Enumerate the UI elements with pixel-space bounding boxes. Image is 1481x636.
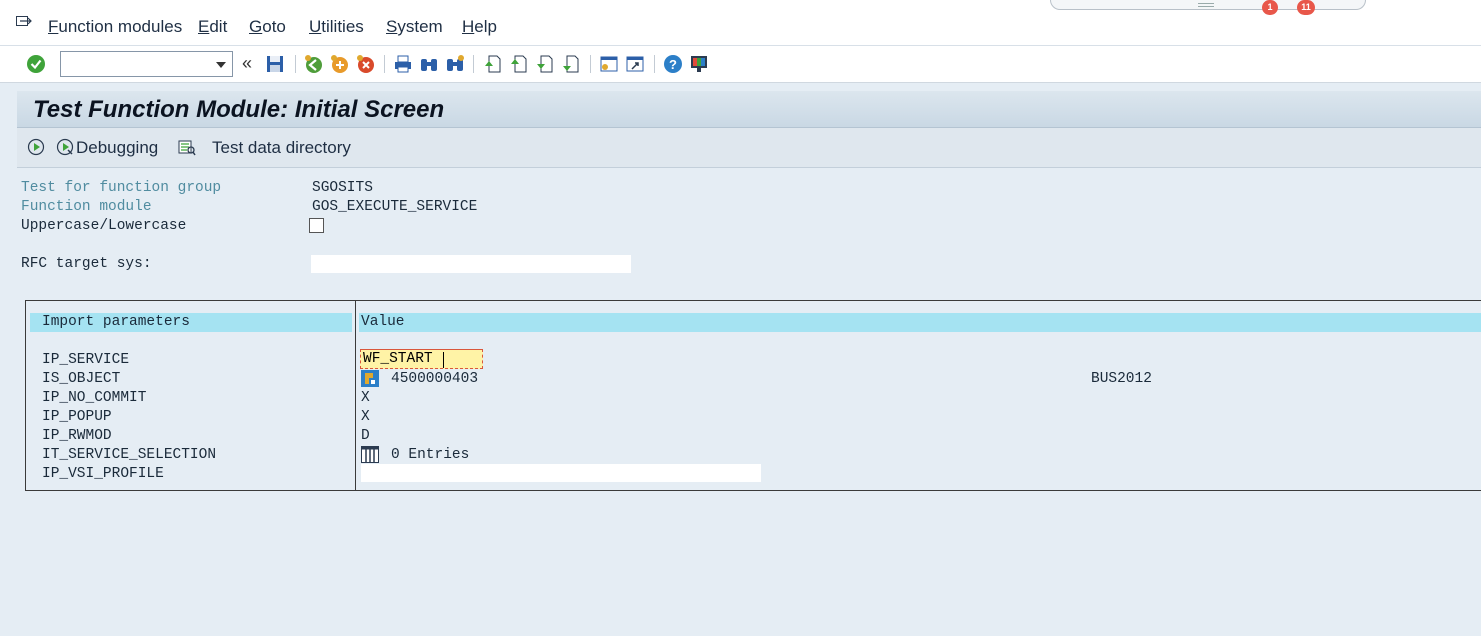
rfc-target-input[interactable] [311,255,631,273]
next-page-icon[interactable] [534,54,554,74]
page-title: Test Function Module: Initial Screen [33,96,445,123]
uppercase-lowercase-checkbox[interactable] [309,218,324,233]
help-icon[interactable]: ? [663,54,683,74]
menu-utilities[interactable]: Utilities [309,17,364,37]
find-icon[interactable] [419,54,439,74]
param-value[interactable]: X [361,409,370,425]
header-import-parameters: Import parameters [30,313,352,332]
object-type-value: BUS2012 [1091,371,1152,387]
execute-icon[interactable] [27,138,45,156]
function-module-label: Function module [21,199,152,215]
menu-bar: Function modules Edit Goto Utilities Sys… [0,0,1481,46]
param-name: IT_SERVICE_SELECTION [42,447,217,463]
test-data-icon [178,140,196,156]
ip-service-input[interactable]: WF_START [360,349,483,369]
param-name: IP_RWMOD [42,428,112,444]
test-data-directory-label: Test data directory [212,138,351,157]
title-bar: Test Function Module: Initial Screen [17,91,1481,128]
entries-value: 0 Entries [391,447,470,463]
param-value[interactable]: D [361,428,370,444]
enter-icon[interactable] [26,54,46,74]
print-icon[interactable] [393,54,413,74]
new-session-icon[interactable] [599,54,619,74]
chevron-down-icon[interactable] [216,62,226,68]
rfc-target-label: RFC target sys: [21,256,152,272]
import-parameters-table: Import parameters Value IP_SERVICE WF_ST… [25,300,1481,491]
param-name: IP_SERVICE [42,352,130,368]
header-value: Value [359,313,1481,332]
uppercase-lowercase-label: Uppercase/Lowercase [21,218,187,234]
notification-badge[interactable]: 1 [1262,0,1278,15]
grip-icon [1198,3,1214,7]
param-name: IS_OBJECT [42,371,121,387]
system-menu-icon[interactable] [16,16,32,30]
param-name: IP_POPUP [42,409,112,425]
function-group-label: Test for function group [21,180,222,196]
menu-goto[interactable]: Goto [249,17,286,37]
back-icon[interactable] [304,54,324,74]
customize-layout-icon[interactable] [689,54,709,74]
menu-edit[interactable]: Edit [198,17,227,37]
application-toolbar: Debugging Test data directory [17,128,1481,168]
table-icon[interactable] [361,446,379,463]
menu-function-modules[interactable]: Function modules [48,17,182,37]
system-toolbar: « ? [0,46,1481,83]
function-group-value: SGOSITS [312,180,373,196]
function-module-value: GOS_EXECUTE_SERVICE [312,199,478,215]
exit-icon[interactable] [330,54,350,74]
svg-text:?: ? [669,57,677,72]
save-icon[interactable] [265,54,285,74]
find-next-icon[interactable] [445,54,465,74]
ip-vsi-profile-input[interactable] [361,464,761,482]
command-field[interactable] [60,51,233,77]
param-name: IP_VSI_PROFILE [42,466,164,482]
menu-system[interactable]: System [386,17,443,37]
command-input[interactable] [64,53,209,75]
first-page-icon[interactable] [482,54,502,74]
cancel-icon[interactable] [356,54,376,74]
collapse-command-icon[interactable]: « [242,53,252,74]
param-value[interactable]: X [361,390,370,406]
debugging-label: Debugging [76,138,159,157]
shortcut-icon[interactable] [625,54,645,74]
previous-page-icon[interactable] [508,54,528,74]
object-icon[interactable] [361,370,379,387]
debug-icon [56,138,74,156]
menu-help[interactable]: Help [462,17,497,37]
param-name: IP_NO_COMMIT [42,390,147,406]
last-page-icon[interactable] [560,54,580,74]
notification-badge[interactable]: 11 [1297,0,1315,15]
object-key-value: 4500000403 [391,371,479,387]
